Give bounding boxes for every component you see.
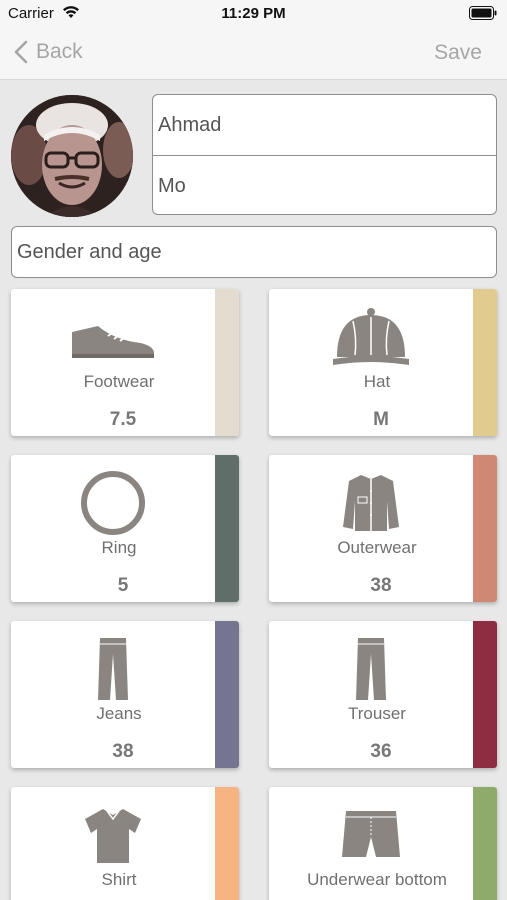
avatar[interactable] [11, 95, 133, 217]
first-name-field[interactable]: Ahmad [153, 95, 496, 155]
category-card-footwear[interactable]: Footwear 7.5 [11, 289, 239, 436]
category-label: Outerwear [337, 538, 417, 557]
category-size: 38 [112, 741, 134, 762]
category-size: 36 [370, 741, 392, 762]
category-card-shirt[interactable]: Shirt [11, 787, 239, 900]
category-label: Ring [101, 538, 137, 557]
category-label: Trouser [348, 704, 406, 723]
category-size: 5 [117, 575, 129, 596]
cap-icon [269, 299, 473, 374]
category-label: Underwear bottom [307, 870, 447, 889]
shirt-icon [11, 797, 215, 872]
last-name-field[interactable]: Mo [153, 156, 496, 214]
trouser-icon [269, 631, 473, 706]
category-size: 38 [370, 575, 392, 596]
battery-icon [469, 6, 497, 24]
back-label: Back [36, 40, 83, 63]
status-bar: Carrier 11:29 PM [0, 0, 507, 28]
ring-icon [11, 465, 215, 540]
category-card-outerwear[interactable]: Outerwear 38 [269, 455, 497, 602]
category-label: Shirt [101, 870, 137, 889]
category-size: M [373, 409, 389, 430]
name-fields: Ahmad Mo [152, 94, 497, 215]
category-label: Footwear [83, 372, 155, 391]
category-size: 7.5 [109, 409, 137, 430]
nav-bar: Back Save [0, 28, 507, 80]
category-label: Jeans [96, 704, 142, 723]
jeans-icon [11, 631, 215, 706]
category-card-hat[interactable]: Hat M [269, 289, 497, 436]
category-card-underwear-bottom[interactable]: Underwear bottom [269, 787, 497, 900]
gender-age-field[interactable]: Gender and age [11, 226, 497, 278]
category-card-ring[interactable]: Ring 5 [11, 455, 239, 602]
back-button[interactable]: Back [14, 40, 83, 64]
shoe-icon [11, 299, 215, 374]
save-button[interactable]: Save [434, 41, 482, 65]
clock: 11:29 PM [221, 5, 286, 22]
jacket-icon [269, 465, 473, 540]
chevron-left-icon [14, 40, 28, 64]
category-card-trouser[interactable]: Trouser 36 [269, 621, 497, 768]
category-label: Hat [363, 372, 391, 391]
underwear-icon [269, 797, 473, 872]
category-card-jeans[interactable]: Jeans 38 [11, 621, 239, 768]
